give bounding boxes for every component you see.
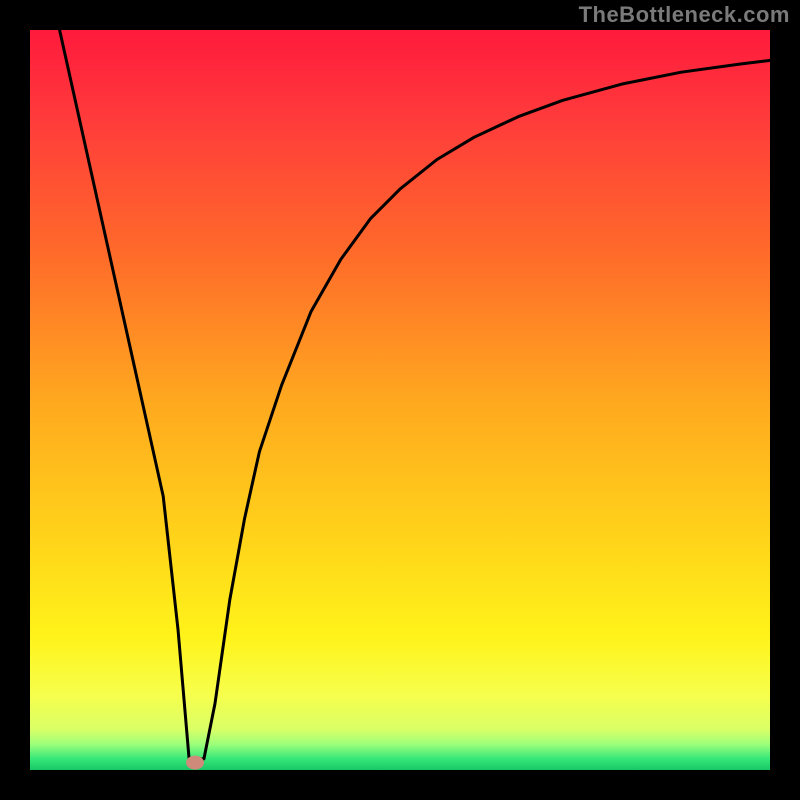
attribution-text: TheBottleneck.com — [579, 2, 790, 28]
chart-root: TheBottleneck.com — [0, 0, 800, 800]
bottleneck-chart — [0, 0, 800, 800]
optimum-dot — [186, 756, 204, 770]
